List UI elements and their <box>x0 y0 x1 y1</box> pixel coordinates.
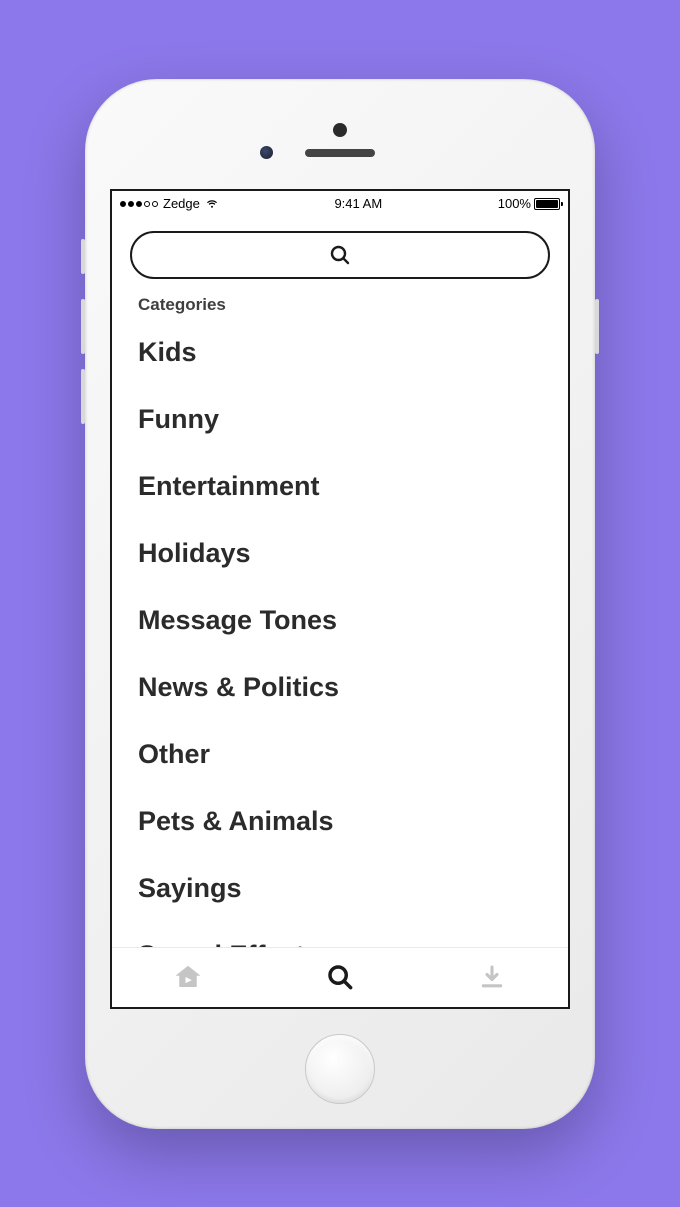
tab-home[interactable] <box>113 948 263 1007</box>
front-camera <box>260 146 273 159</box>
wifi-icon <box>205 197 219 211</box>
category-item[interactable]: Sound Effects <box>138 922 542 947</box>
status-bar: Zedge 9:41 AM 100% <box>112 191 568 217</box>
category-item[interactable]: Kids <box>138 319 542 386</box>
home-icon <box>173 962 203 992</box>
tab-bar <box>112 947 568 1007</box>
power-button <box>595 299 599 354</box>
category-item[interactable]: Pets & Animals <box>138 788 542 855</box>
content-area: Categories KidsFunnyEntertainmentHoliday… <box>112 289 568 947</box>
status-bar-left: Zedge <box>120 196 219 211</box>
category-item[interactable]: Message Tones <box>138 587 542 654</box>
earpiece-speaker <box>305 149 375 157</box>
category-item[interactable]: Funny <box>138 386 542 453</box>
categories-list: KidsFunnyEntertainmentHolidaysMessage To… <box>138 319 542 947</box>
mute-switch <box>81 239 85 274</box>
top-camera-dot <box>333 123 347 137</box>
clock: 9:41 AM <box>334 196 382 211</box>
carrier-label: Zedge <box>163 196 200 211</box>
category-item[interactable]: Other <box>138 721 542 788</box>
category-item[interactable]: Entertainment <box>138 453 542 520</box>
category-item[interactable]: News & Politics <box>138 654 542 721</box>
volume-down-button <box>81 369 85 424</box>
search-input[interactable] <box>130 231 550 279</box>
screen: Zedge 9:41 AM 100% Categories KidsFunny <box>110 189 570 1009</box>
search-row <box>112 217 568 289</box>
tab-downloads[interactable] <box>417 948 567 1007</box>
download-icon <box>477 962 507 992</box>
tab-search[interactable] <box>265 948 415 1007</box>
battery-icon <box>534 198 560 210</box>
search-icon <box>328 243 352 267</box>
category-item[interactable]: Sayings <box>138 855 542 922</box>
status-bar-right: 100% <box>498 196 560 211</box>
home-button[interactable] <box>305 1034 375 1104</box>
battery-percent: 100% <box>498 196 531 211</box>
phone-device-frame: Zedge 9:41 AM 100% Categories KidsFunny <box>85 79 595 1129</box>
categories-heading: Categories <box>138 295 542 315</box>
signal-strength-icon <box>120 201 158 207</box>
search-icon <box>325 962 355 992</box>
category-item[interactable]: Holidays <box>138 520 542 587</box>
volume-up-button <box>81 299 85 354</box>
